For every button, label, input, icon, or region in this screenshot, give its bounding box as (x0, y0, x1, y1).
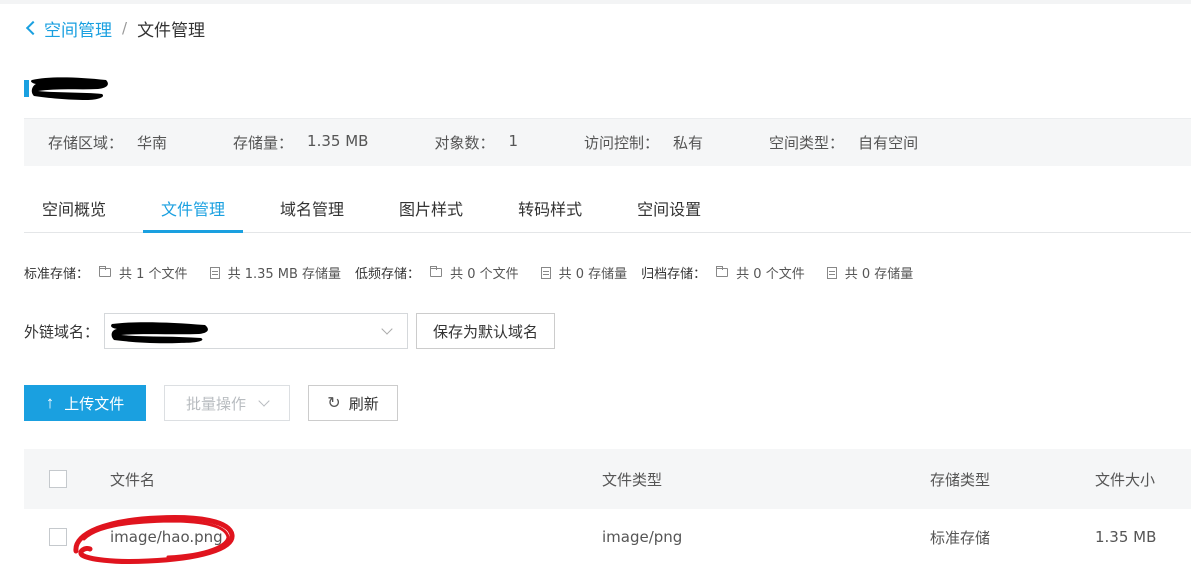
select-all-checkbox[interactable] (49, 470, 67, 488)
breadcrumb: 空间管理 / 文件管理 (24, 16, 206, 41)
stat-archive-label: 归档存储： (641, 267, 707, 282)
file-toolbar: ↑ 上传文件 批量操作 ↻ 刷新 (24, 385, 398, 421)
table-header: 文件名 文件类型 存储类型 文件大小 (24, 449, 1191, 509)
breadcrumb-back-link[interactable]: 空间管理 (24, 16, 112, 41)
row-checkbox-cell (49, 509, 67, 565)
chevron-left-icon (25, 20, 41, 36)
stat-infrequent-files: 共 0 个文件 (450, 267, 519, 282)
tab-bucket-settings[interactable]: 空间设置 (619, 188, 719, 233)
tab-file-management[interactable]: 文件管理 (143, 188, 244, 233)
storage-type: 标准存储 (930, 528, 991, 547)
storage-stats: 标准存储： 共 1 个文件 共 1.35 MB 存储量 低频存储： 共 0 个文… (24, 263, 927, 282)
folder-icon (716, 266, 729, 277)
tab-transcode-styles[interactable]: 转码样式 (500, 188, 600, 233)
upload-button[interactable]: ↑ 上传文件 (24, 385, 146, 421)
row-checkbox[interactable] (49, 528, 67, 546)
refresh-icon: ↻ (327, 395, 341, 412)
refresh-button[interactable]: ↻ 刷新 (308, 385, 398, 421)
header-file-type: 文件类型 (602, 470, 663, 489)
info-bucket-type: 空间类型： 自有空间 (769, 134, 919, 152)
tab-image-styles[interactable]: 图片样式 (381, 188, 481, 233)
tab-domain-management[interactable]: 域名管理 (262, 188, 362, 233)
save-default-domain-button[interactable]: 保存为默认域名 (416, 313, 556, 349)
refresh-label: 刷新 (348, 395, 379, 413)
storage-icon (209, 266, 220, 279)
domain-row: 外链域名： 保存为默认域名 (24, 313, 556, 349)
batch-label: 批量操作 (185, 394, 246, 413)
header-file-name: 文件名 (110, 470, 156, 489)
tab-bar: 空间概览 文件管理 域名管理 图片样式 转码样式 空间设置 (24, 188, 1191, 233)
arrow-up-icon: ↑ (45, 393, 55, 412)
tab-overview[interactable]: 空间概览 (24, 188, 124, 233)
stat-infrequent-size: 共 0 存储量 (558, 267, 628, 282)
storage-icon (540, 266, 551, 279)
info-storage: 存储量： 1.35 MB (233, 132, 369, 152)
info-access-control: 访问控制： 私有 (584, 134, 704, 152)
file-name[interactable]: image/hao.png (110, 509, 223, 565)
folder-icon (99, 266, 112, 277)
storage-icon (826, 266, 837, 279)
stat-archive-size: 共 0 存储量 (844, 267, 914, 282)
chevron-down-icon (381, 323, 393, 335)
stat-standard-label: 标准存储： (24, 267, 90, 282)
info-objects: 对象数： 1 (434, 132, 519, 152)
domain-select[interactable] (104, 313, 408, 349)
stat-standard-files: 共 1 个文件 (119, 267, 188, 282)
header-checkbox-cell (49, 449, 67, 509)
batch-operations-button[interactable]: 批量操作 (164, 385, 290, 421)
table-row: image/hao.png image/png 标准存储 1.35 MB (24, 509, 1191, 565)
chevron-down-icon (258, 395, 270, 407)
file-type: image/png (602, 528, 683, 546)
header-file-size: 文件大小 (1095, 470, 1156, 489)
breadcrumb-current: 文件管理 (137, 20, 206, 41)
bucket-info-bar: 存储区域： 华南 存储量： 1.35 MB 对象数： 1 访问控制： 私有 空间类型：自… (24, 118, 1191, 166)
stat-archive-files: 共 0 个文件 (736, 267, 805, 282)
folder-icon (430, 266, 443, 277)
upload-label: 上传文件 (64, 395, 125, 413)
domain-label: 外链域名： (24, 322, 100, 341)
breadcrumb-parent[interactable]: 空间管理 (44, 16, 112, 41)
top-divider (0, 0, 1191, 4)
redacted-bucket-name (31, 77, 108, 100)
stat-standard-size: 共 1.35 MB 存储量 (227, 267, 342, 282)
redacted-domain (111, 322, 208, 344)
header-storage-type: 存储类型 (930, 470, 991, 489)
breadcrumb-separator: / (122, 19, 128, 37)
info-region: 存储区域： 华南 (48, 134, 168, 152)
file-size: 1.35 MB (1095, 528, 1157, 546)
stat-infrequent-label: 低频存储： (355, 267, 421, 282)
